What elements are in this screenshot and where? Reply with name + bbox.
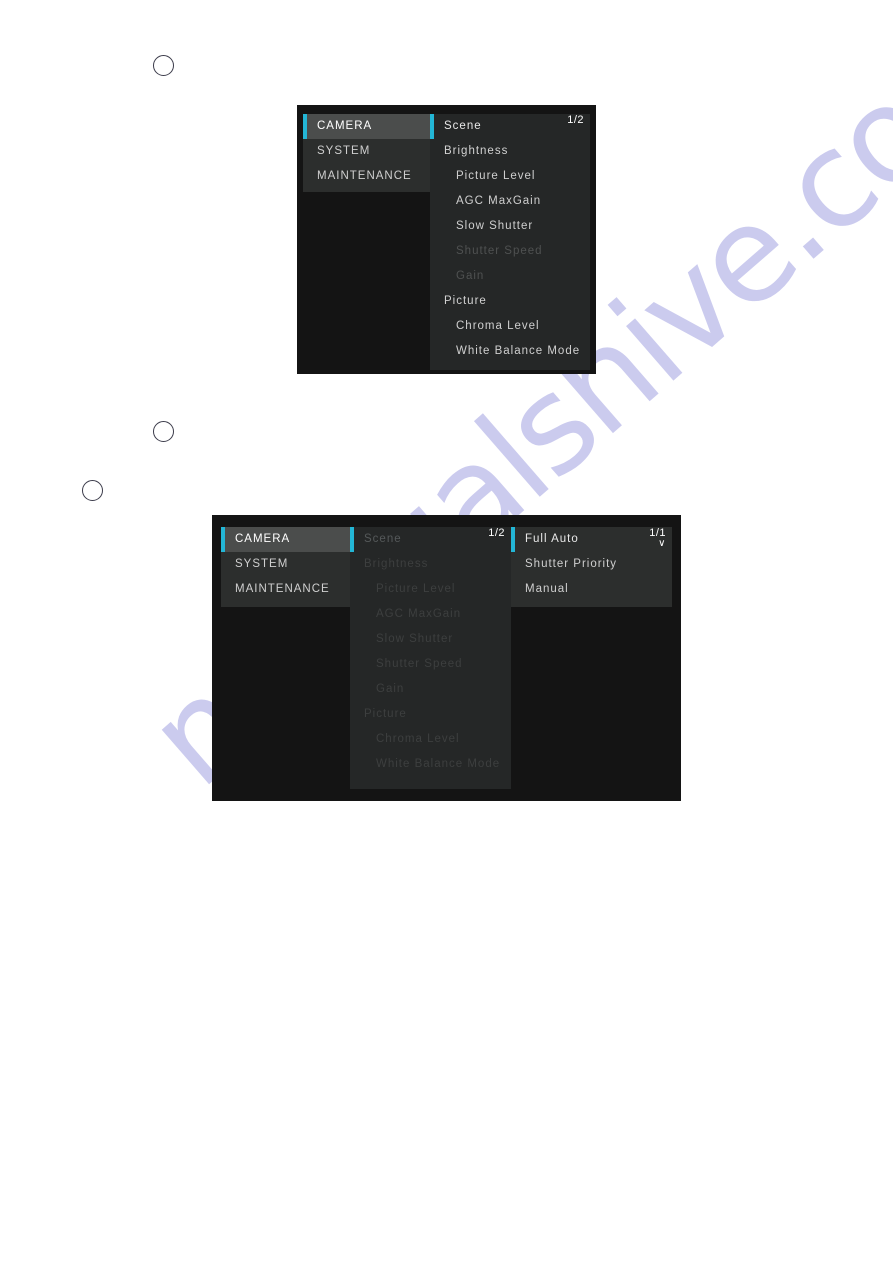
osd1-mid-item-6[interactable]: Gain	[430, 264, 590, 289]
osd1-mid-item-4[interactable]: Slow Shutter	[430, 214, 590, 239]
camera-osd-menu-page-1: CAMERA SYSTEM MAINTENANCE Scene Brightness P…	[297, 105, 596, 374]
step-marker-1	[153, 55, 174, 76]
osd1-mid-item-0[interactable]: Scene	[430, 114, 590, 139]
osd1-left-column-rows: CAMERA SYSTEM MAINTENANCE	[303, 114, 433, 189]
step-marker-2	[153, 421, 174, 442]
osd2-right-item-1[interactable]: Shutter Priority	[511, 552, 672, 577]
osd1-mid-item-label: Picture	[444, 295, 487, 307]
page-indicator: 1/1 ∨	[649, 527, 666, 549]
osd1-left-item-label: SYSTEM	[317, 145, 371, 157]
osd1-mid-item-label: Picture Level	[456, 170, 536, 182]
osd1-mid-item-8[interactable]: Chroma Level	[430, 314, 590, 339]
osd1-mid-item-2[interactable]: Picture Level	[430, 164, 590, 189]
osd2-mid-item-label: AGC MaxGain	[376, 608, 462, 620]
selection-accent-bar	[303, 114, 307, 139]
osd2-mid-item-label: Picture	[364, 708, 407, 720]
osd2-mid-item-3[interactable]: AGC MaxGain	[350, 602, 511, 627]
osd2-mid-item-label: White Balance Mode	[376, 758, 501, 770]
camera-osd-menu-scene-options: CAMERA SYSTEM MAINTENANCE Scene Brightness P…	[212, 515, 681, 801]
osd2-right-item-label: Shutter Priority	[525, 558, 618, 570]
osd1-mid-item-label: Slow Shutter	[456, 220, 534, 232]
page-indicator-text: 1/2	[567, 114, 584, 126]
selection-accent-bar	[511, 527, 515, 552]
osd2-mid-item-0[interactable]: Scene	[350, 527, 511, 552]
osd1-mid-column-rows: Scene Brightness Picture Level AGC MaxGain S…	[430, 114, 590, 364]
osd2-mid-item-label: Picture Level	[376, 583, 456, 595]
osd1-left-item-2[interactable]: MAINTENANCE	[303, 164, 433, 189]
osd1-mid-item-label: Scene	[444, 120, 482, 132]
osd2-left-item-label: CAMERA	[235, 533, 291, 545]
osd2-mid-item-9[interactable]: White Balance Mode	[350, 752, 511, 777]
osd2-left-item-2[interactable]: MAINTENANCE	[221, 577, 366, 602]
osd2-mid-item-label: Gain	[376, 683, 405, 695]
osd2-mid-item-7[interactable]: Picture	[350, 702, 511, 727]
osd2-mid-item-label: Scene	[364, 533, 402, 545]
osd2-right-item-0[interactable]: Full Auto	[511, 527, 672, 552]
selection-accent-bar	[221, 527, 225, 552]
osd2-mid-item-1[interactable]: Brightness	[350, 552, 511, 577]
step-marker-3	[82, 480, 103, 501]
chevron-down-icon: ∨	[658, 538, 666, 549]
osd1-mid-item-label: Shutter Speed	[456, 245, 543, 257]
page-indicator: 1/2	[488, 527, 505, 540]
osd1-mid-item-label: Gain	[456, 270, 485, 282]
osd1-mid-item-9[interactable]: White Balance Mode	[430, 339, 590, 364]
osd2-mid-item-2[interactable]: Picture Level	[350, 577, 511, 602]
selection-accent-bar	[430, 114, 434, 139]
osd2-mid-item-8[interactable]: Chroma Level	[350, 727, 511, 752]
osd1-mid-item-3[interactable]: AGC MaxGain	[430, 189, 590, 214]
osd2-mid-column-rows: Scene Brightness Picture Level AGC MaxGain S…	[350, 527, 511, 777]
osd1-left-item-label: MAINTENANCE	[317, 170, 412, 182]
page-indicator-text: 1/2	[488, 527, 505, 539]
osd2-right-item-2[interactable]: Manual	[511, 577, 672, 602]
osd2-left-item-label: MAINTENANCE	[235, 583, 330, 595]
osd2-left-column-rows: CAMERA SYSTEM MAINTENANCE	[221, 527, 366, 602]
osd1-left-item-0[interactable]: CAMERA	[303, 114, 433, 139]
osd2-mid-item-5[interactable]: Shutter Speed	[350, 652, 511, 677]
osd1-mid-item-5[interactable]: Shutter Speed	[430, 239, 590, 264]
osd2-mid-item-label: Slow Shutter	[376, 633, 454, 645]
osd1-mid-item-label: AGC MaxGain	[456, 195, 542, 207]
osd1-mid-item-1[interactable]: Brightness	[430, 139, 590, 164]
osd1-mid-item-label: White Balance Mode	[456, 345, 581, 357]
osd2-mid-item-label: Shutter Speed	[376, 658, 463, 670]
osd1-mid-item-label: Brightness	[444, 145, 509, 157]
osd2-left-item-1[interactable]: SYSTEM	[221, 552, 366, 577]
osd2-right-item-label: Full Auto	[525, 533, 579, 545]
page-indicator: 1/2	[567, 114, 584, 127]
osd2-right-column-rows: Full Auto Shutter Priority Manual 1/1 ∨	[511, 527, 672, 602]
selection-accent-bar	[350, 527, 354, 552]
osd2-right-item-label: Manual	[525, 583, 569, 595]
osd1-left-item-1[interactable]: SYSTEM	[303, 139, 433, 164]
osd1-mid-item-label: Chroma Level	[456, 320, 540, 332]
osd2-mid-item-label: Brightness	[364, 558, 429, 570]
osd2-mid-item-label: Chroma Level	[376, 733, 460, 745]
osd2-mid-item-6[interactable]: Gain	[350, 677, 511, 702]
osd2-left-item-0[interactable]: CAMERA	[221, 527, 366, 552]
osd1-mid-item-7[interactable]: Picture	[430, 289, 590, 314]
osd2-mid-item-4[interactable]: Slow Shutter	[350, 627, 511, 652]
osd2-left-item-label: SYSTEM	[235, 558, 289, 570]
osd1-left-item-label: CAMERA	[317, 120, 373, 132]
